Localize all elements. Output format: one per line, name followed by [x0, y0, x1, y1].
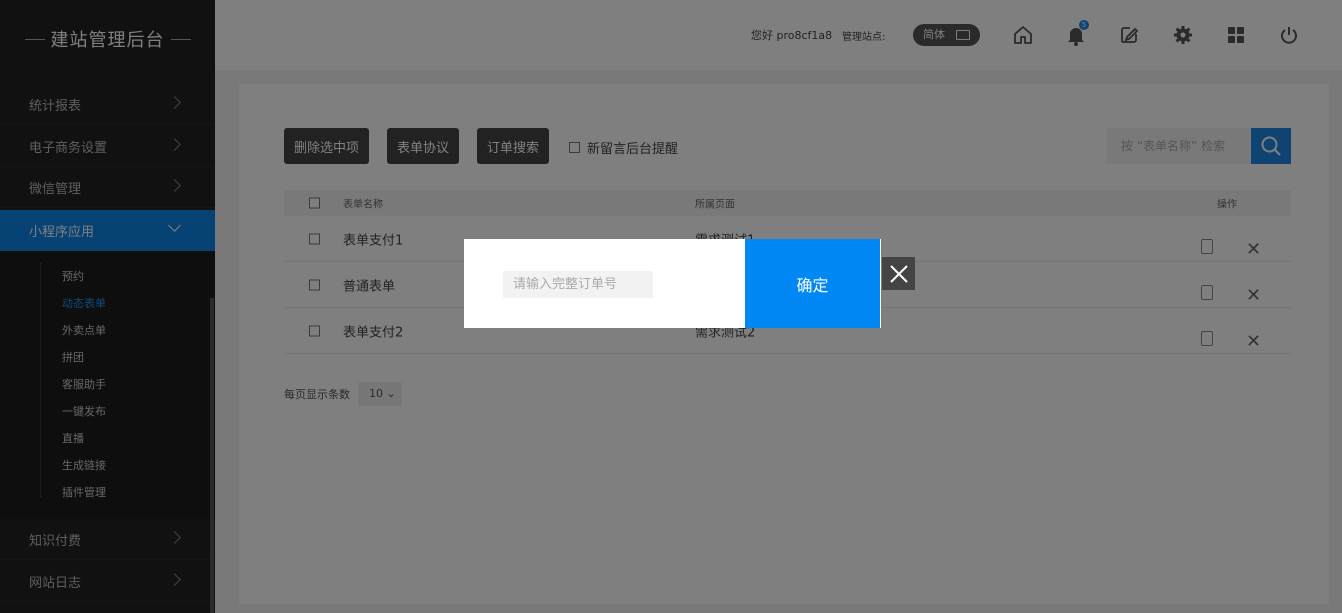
order-search-modal: 确定: [464, 239, 881, 328]
order-number-input[interactable]: [503, 271, 653, 298]
close-icon: [889, 264, 908, 283]
confirm-button[interactable]: 确定: [745, 239, 880, 328]
close-modal-button[interactable]: [882, 257, 915, 290]
